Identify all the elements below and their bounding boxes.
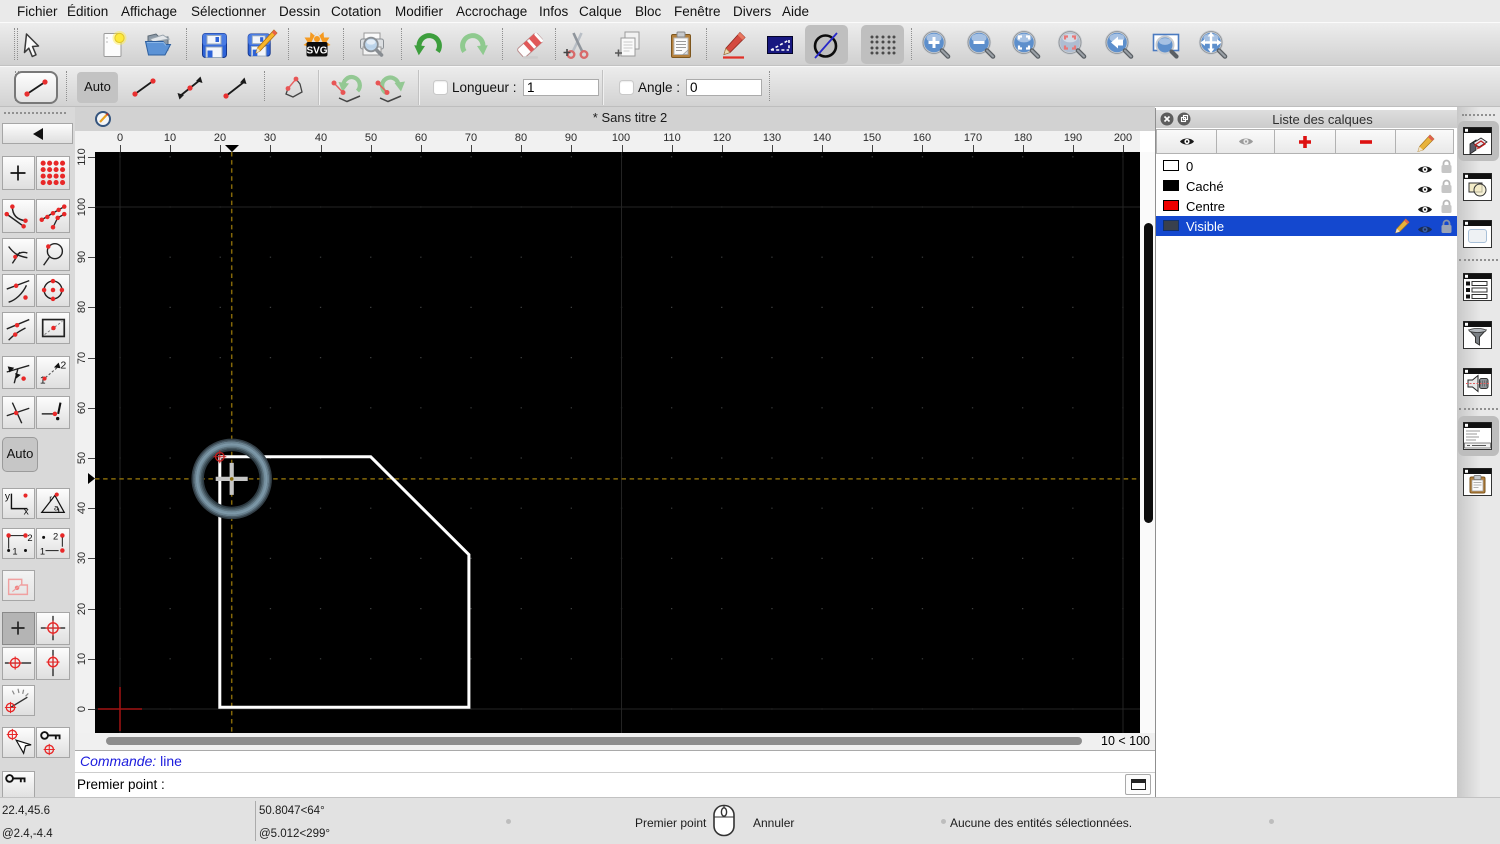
svg-text:1: 1	[40, 546, 45, 556]
svg-text:1: 1	[12, 546, 17, 556]
svg-text:2: 2	[53, 531, 58, 541]
svg-text:SVG: SVG	[306, 46, 327, 57]
svg-text:2: 2	[27, 533, 32, 543]
svg-text:y: y	[5, 491, 11, 502]
svg-text:r: r	[49, 493, 52, 503]
svg-text:a: a	[54, 503, 59, 513]
svg-text:x: x	[24, 506, 30, 517]
svg-text:2: 2	[61, 360, 67, 371]
